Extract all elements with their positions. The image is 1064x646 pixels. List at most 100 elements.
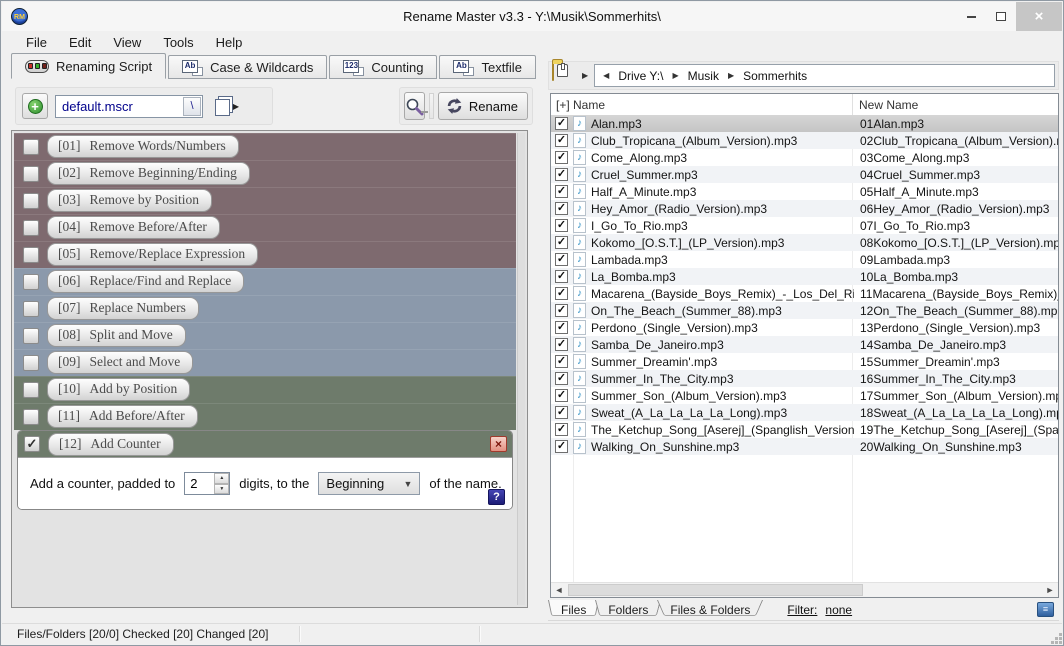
rule-checkbox[interactable] xyxy=(23,220,39,236)
script-name-combo[interactable]: default.mscr \ xyxy=(55,95,203,118)
rule-pill[interactable]: [11]Add Before/After xyxy=(47,405,198,428)
horizontal-scrollbar[interactable]: ◄ ► xyxy=(551,582,1058,597)
rule-pill[interactable]: [08]Split and Move xyxy=(47,324,186,347)
file-checkbox[interactable]: ✓ xyxy=(555,134,568,147)
spin-down-icon[interactable]: ▼ xyxy=(214,484,229,495)
minimize-button[interactable] xyxy=(956,2,986,31)
table-row[interactable]: ✓♪Alan.mp301Alan.mp3 xyxy=(551,115,1058,132)
script-copy-button[interactable]: ▶ xyxy=(210,92,244,120)
rule-checkbox[interactable]: ✓ xyxy=(24,436,40,452)
file-checkbox[interactable]: ✓ xyxy=(555,321,568,334)
help-button[interactable]: ? xyxy=(488,489,505,505)
menu-item-edit[interactable]: Edit xyxy=(58,32,102,53)
rule-pill[interactable]: [01]Remove Words/Numbers xyxy=(47,135,239,158)
table-row[interactable]: ✓♪Summer_Dreamin'.mp315Summer_Dreamin'.m… xyxy=(551,353,1058,370)
file-checkbox[interactable]: ✓ xyxy=(555,236,568,249)
file-checkbox[interactable]: ✓ xyxy=(555,440,568,453)
maximize-button[interactable] xyxy=(986,2,1016,31)
digits-input[interactable] xyxy=(185,473,214,494)
table-row[interactable]: ✓♪Hey_Amor_(Radio_Version).mp306Hey_Amor… xyxy=(551,200,1058,217)
rule-pill[interactable]: [04]Remove Before/After xyxy=(47,216,220,239)
tab-counting[interactable]: 123Counting xyxy=(329,55,437,79)
rule-checkbox[interactable] xyxy=(23,409,39,425)
file-checkbox[interactable]: ✓ xyxy=(555,287,568,300)
rename-button[interactable]: Rename xyxy=(438,92,528,120)
new-script-button[interactable]: + xyxy=(22,93,48,119)
rule-pill[interactable]: [03]Remove by Position xyxy=(47,189,212,212)
rule-pill[interactable]: [10]Add by Position xyxy=(47,378,190,401)
close-button[interactable]: × xyxy=(1016,2,1062,31)
file-checkbox[interactable]: ✓ xyxy=(555,389,568,402)
breadcrumb-item-musik[interactable]: Musik xyxy=(688,69,719,83)
rule-pill[interactable]: [07]Replace Numbers xyxy=(47,297,199,320)
file-checkbox[interactable]: ✓ xyxy=(555,270,568,283)
rule-pill[interactable]: [02]Remove Beginning/Ending xyxy=(47,162,250,185)
table-row[interactable]: ✓♪I_Go_To_Rio.mp307I_Go_To_Rio.mp3 xyxy=(551,217,1058,234)
file-checkbox[interactable]: ✓ xyxy=(555,355,568,368)
rule-checkbox[interactable] xyxy=(23,193,39,209)
menu-item-help[interactable]: Help xyxy=(205,32,254,53)
table-row[interactable]: ✓♪Summer_Son_(Album_Version).mp317Summer… xyxy=(551,387,1058,404)
tab-textfile[interactable]: AbTextfile xyxy=(439,55,535,79)
spin-up-icon[interactable]: ▲ xyxy=(214,473,229,484)
file-checkbox[interactable]: ✓ xyxy=(555,338,568,351)
breadcrumb-back-icon[interactable]: ◀ xyxy=(603,71,609,80)
file-checkbox[interactable]: ✓ xyxy=(555,372,568,385)
table-row[interactable]: ✓♪La_Bomba.mp310La_Bomba.mp3 xyxy=(551,268,1058,285)
scrollbar-thumb[interactable] xyxy=(568,584,863,596)
table-row[interactable]: ✓♪Cruel_Summer.mp304Cruel_Summer.mp3 xyxy=(551,166,1058,183)
tab-case-wildcards[interactable]: AbCase & Wildcards xyxy=(168,55,327,79)
list-tab-files-folders[interactable]: Files & Folders xyxy=(657,600,763,619)
file-checkbox[interactable]: ✓ xyxy=(555,117,568,130)
file-checkbox[interactable]: ✓ xyxy=(555,151,568,164)
menu-item-tools[interactable]: Tools xyxy=(152,32,204,53)
rule-pill[interactable]: [06]Replace/Find and Replace xyxy=(47,270,244,293)
file-checkbox[interactable]: ✓ xyxy=(555,168,568,181)
column-header-name[interactable]: [+] Name xyxy=(551,94,853,115)
table-row[interactable]: ✓♪Walking_On_Sunshine.mp320Walking_On_Su… xyxy=(551,438,1058,455)
table-row[interactable]: ✓♪Samba_De_Janeiro.mp314Samba_De_Janeiro… xyxy=(551,336,1058,353)
folder-expand-icon[interactable]: ▶ xyxy=(582,71,588,80)
file-checkbox[interactable]: ✓ xyxy=(555,304,568,317)
table-row[interactable]: ✓♪The_Ketchup_Song_[Aserej]_(Spanglish_V… xyxy=(551,421,1058,438)
rule-checkbox[interactable] xyxy=(23,355,39,371)
breadcrumb-item-drive[interactable]: Drive Y:\ xyxy=(618,69,663,83)
rules-scrollbar[interactable] xyxy=(517,133,525,605)
rule-checkbox[interactable] xyxy=(23,247,39,263)
script-dropdown-button[interactable]: \ xyxy=(183,97,201,116)
file-checkbox[interactable]: ✓ xyxy=(555,219,568,232)
file-checkbox[interactable]: ✓ xyxy=(555,185,568,198)
menu-item-view[interactable]: View xyxy=(102,32,152,53)
file-checkbox[interactable]: ✓ xyxy=(555,253,568,266)
table-row[interactable]: ✓♪Summer_In_The_City.mp316Summer_In_The_… xyxy=(551,370,1058,387)
preview-button[interactable] xyxy=(404,92,425,120)
breadcrumb-item-sommerhits[interactable]: Sommerhits xyxy=(743,69,807,83)
tab-renaming-script[interactable]: Renaming Script xyxy=(11,53,166,79)
folder-select-button[interactable] xyxy=(552,63,579,88)
file-checkbox[interactable]: ✓ xyxy=(555,202,568,215)
list-tab-files[interactable]: Files xyxy=(548,600,599,619)
rule-pill[interactable]: [09]Select and Move xyxy=(47,351,193,374)
table-row[interactable]: ✓♪Perdono_(Single_Version).mp313Perdono_… xyxy=(551,319,1058,336)
rule-checkbox[interactable] xyxy=(23,382,39,398)
rule-checkbox[interactable] xyxy=(23,166,39,182)
resize-grip[interactable] xyxy=(1055,637,1058,640)
file-checkbox[interactable]: ✓ xyxy=(555,406,568,419)
rule-pill[interactable]: [05]Remove/Replace Expression xyxy=(47,243,258,266)
table-row[interactable]: ✓♪Macarena_(Bayside_Boys_Remix)_-_Los_De… xyxy=(551,285,1058,302)
file-checkbox[interactable]: ✓ xyxy=(555,423,568,436)
filter-panel-icon[interactable]: ≡ xyxy=(1037,602,1054,617)
position-select[interactable]: Beginning ▼ xyxy=(318,472,420,495)
scroll-right-icon[interactable]: ► xyxy=(1042,585,1058,595)
column-header-new-name[interactable]: New Name xyxy=(853,98,1058,112)
rule-checkbox[interactable] xyxy=(23,139,39,155)
table-row[interactable]: ✓♪Kokomo_[O.S.T.]_(LP_Version).mp308Koko… xyxy=(551,234,1058,251)
rule-checkbox[interactable] xyxy=(23,301,39,317)
table-row[interactable]: ✓♪Come_Along.mp303Come_Along.mp3 xyxy=(551,149,1058,166)
table-row[interactable]: ✓♪On_The_Beach_(Summer_88).mp312On_The_B… xyxy=(551,302,1058,319)
scroll-left-icon[interactable]: ◄ xyxy=(551,585,567,595)
preview-options-button[interactable] xyxy=(429,93,434,119)
rule-pill[interactable]: [12] Add Counter xyxy=(48,433,174,456)
filter-link[interactable]: Filter:none xyxy=(787,603,852,617)
menu-item-file[interactable]: File xyxy=(15,32,58,53)
